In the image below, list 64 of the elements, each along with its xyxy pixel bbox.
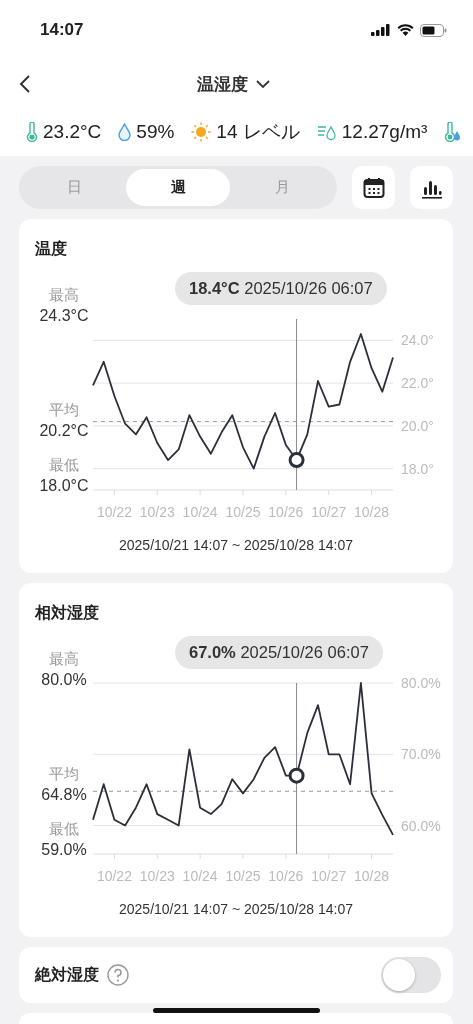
- axis-label: 18.0°: [401, 460, 434, 477]
- page-title[interactable]: 温湿度: [197, 72, 248, 96]
- water-drop-icon: [118, 123, 132, 141]
- value-tooltip: 67.0% 2025/10/26 06:07: [175, 636, 383, 669]
- chart-button[interactable]: [410, 166, 453, 209]
- axis-label: 10/23: [139, 504, 175, 520]
- axis-label: 10/25: [225, 504, 261, 520]
- axis-label: 70.0%: [401, 746, 441, 763]
- stat-value: 18.0°C: [39, 476, 89, 496]
- help-icon[interactable]: [107, 964, 129, 986]
- stat-label: 最低: [49, 819, 79, 839]
- axis-label: 22.0°: [401, 375, 434, 392]
- stat-label: 最高: [49, 285, 79, 305]
- axis-label: 10/24: [182, 504, 218, 520]
- reading-value: 14 レベル: [216, 120, 300, 144]
- stat-value: 64.8%: [41, 785, 87, 805]
- reading-value: 23.2°C: [43, 121, 102, 143]
- selected-point-marker[interactable]: [288, 452, 305, 469]
- axis-label: 10/28: [354, 504, 390, 520]
- stat-value: 24.3°C: [39, 306, 89, 326]
- stat-value: 20.2°C: [39, 421, 89, 441]
- reading-value: 59%: [136, 121, 175, 143]
- value-tooltip: 18.4°C 2025/10/26 06:07: [175, 272, 387, 305]
- axis-label: 24.0°: [401, 332, 434, 349]
- battery-icon: [420, 23, 447, 37]
- calendar-button[interactable]: [352, 166, 395, 209]
- stat-value: 80.0%: [41, 670, 87, 690]
- chevron-down-icon[interactable]: [256, 79, 270, 89]
- stat-label: 最低: [49, 455, 79, 475]
- stat-value: 59.0%: [41, 840, 87, 860]
- axis-label: 10/28: [354, 868, 390, 884]
- axis-label: 60.0%: [401, 817, 441, 834]
- axis-label: 10/27: [311, 504, 347, 520]
- axis-label: 10/22: [96, 868, 132, 884]
- axis-label: 80.0%: [401, 675, 441, 691]
- axis-label: 20.0°: [401, 417, 434, 434]
- toggle-switch[interactable]: [381, 957, 441, 993]
- axis-label: 10/23: [139, 868, 175, 884]
- stat-label: 最高: [49, 649, 79, 669]
- stat-label: 平均: [49, 400, 79, 420]
- card-title: 温度: [35, 239, 68, 259]
- signal-icon: [371, 24, 391, 36]
- axis-label: 10/26: [268, 868, 304, 884]
- axis-label: 10/24: [182, 868, 218, 884]
- status-time: 14:07: [40, 20, 84, 40]
- date-range: 2025/10/21 14:07 ~ 2025/10/28 14:07: [118, 537, 354, 553]
- axis-label: 10/27: [311, 868, 347, 884]
- thermometer-icon: [26, 122, 38, 142]
- axis-label: 10/25: [225, 868, 261, 884]
- thermometer-drop-icon: [444, 122, 463, 142]
- calendar-icon: [362, 176, 385, 199]
- back-icon[interactable]: [18, 74, 32, 94]
- wifi-icon: [397, 24, 414, 36]
- reading-value: 12.27g/m³: [341, 121, 428, 143]
- date-range: 2025/10/21 14:07 ~ 2025/10/28 14:07: [118, 901, 354, 917]
- setting-label: 絶対湿度: [35, 964, 99, 985]
- period-tab[interactable]: 週: [126, 169, 230, 206]
- wind-drop-icon: [316, 123, 337, 141]
- axis-label: 10/22: [96, 504, 132, 520]
- stat-label: 平均: [49, 764, 79, 784]
- axis-label: 10/26: [268, 504, 304, 520]
- selected-point-marker[interactable]: [288, 767, 305, 784]
- sun-icon: [191, 122, 212, 142]
- card-title: 相対湿度: [35, 603, 100, 623]
